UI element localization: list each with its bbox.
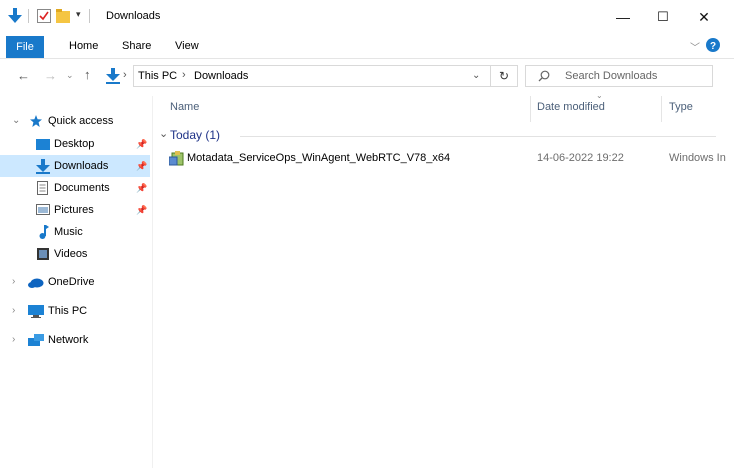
column-header-date-modified[interactable]: Date modified <box>537 101 605 113</box>
sidebar-item-label: Videos <box>54 248 88 260</box>
search-icon <box>538 70 550 82</box>
pin-icon: 📌 <box>136 139 148 149</box>
network-icon <box>28 334 44 347</box>
collapsed-chevron-icon[interactable]: › <box>12 300 15 322</box>
sidebar-item-documents[interactable]: Documents 📌 <box>0 177 150 199</box>
up-arrow-icon[interactable]: ↑ <box>84 67 91 82</box>
tab-view[interactable]: View <box>175 34 199 58</box>
sidebar-item-pictures[interactable]: Pictures 📌 <box>0 199 150 221</box>
title-separator-2 <box>89 9 90 23</box>
pictures-icon <box>36 204 50 215</box>
sidebar-item-videos[interactable]: Videos <box>0 243 150 265</box>
new-folder-icon[interactable] <box>56 9 70 23</box>
refresh-button[interactable]: ↻ <box>490 65 518 87</box>
refresh-icon: ↻ <box>498 69 510 83</box>
group-header-today[interactable]: Today (1) <box>170 128 220 142</box>
address-bar[interactable]: › This PC › Downloads ⌄ <box>106 65 518 87</box>
pin-icon: 📌 <box>136 183 148 193</box>
sidebar-item-desktop[interactable]: Desktop 📌 <box>0 133 150 155</box>
breadcrumb-chevron-icon[interactable]: › <box>182 69 186 81</box>
pane-divider[interactable] <box>152 96 153 468</box>
music-icon <box>38 225 49 239</box>
back-arrow-icon[interactable]: ← <box>17 68 30 83</box>
tab-share[interactable]: Share <box>122 34 151 58</box>
ribbon-tabs: File Home Share View ﹀ ? <box>0 34 734 59</box>
expand-ribbon-chevron-icon[interactable]: ﹀ <box>690 39 700 54</box>
downloads-location-icon <box>106 68 120 84</box>
computer-icon <box>28 305 44 318</box>
expanded-chevron-icon[interactable]: ⌄ <box>12 110 20 132</box>
title-separator <box>28 9 29 23</box>
column-header-name[interactable]: Name <box>170 101 199 113</box>
file-name[interactable]: Motadata_ServiceOps_WinAgent_WebRTC_V78_… <box>187 152 450 164</box>
tab-home[interactable]: Home <box>69 34 98 58</box>
file-type: Windows In <box>669 152 726 164</box>
column-divider[interactable] <box>661 96 662 122</box>
nav-this-pc[interactable]: › This PC <box>0 300 150 322</box>
sidebar-item-downloads[interactable]: Downloads 📌 <box>0 155 150 177</box>
videos-icon <box>37 248 49 260</box>
onedrive-cloud-icon <box>28 278 44 288</box>
sort-indicator-icon: ⌄ <box>596 91 603 100</box>
nav-quick-access[interactable]: ⌄ Quick access <box>0 110 150 132</box>
installer-package-icon <box>169 151 184 166</box>
group-collapse-chevron-icon[interactable]: ⌄ <box>159 127 168 140</box>
breadcrumb-chevron-icon[interactable]: › <box>123 69 127 81</box>
title-bar: ▾ Downloads — ☐ ✕ <box>0 0 734 34</box>
group-divider <box>240 136 716 137</box>
navigation-pane: ⌄ Quick access Desktop 📌 Downloads 📌 Doc… <box>0 96 152 468</box>
window-title: Downloads <box>106 10 161 22</box>
sidebar-item-label: Documents <box>54 182 110 194</box>
collapsed-chevron-icon[interactable]: › <box>12 329 15 351</box>
star-icon <box>30 115 42 127</box>
search-placeholder: Search Downloads <box>565 70 658 82</box>
forward-arrow-icon[interactable]: → <box>44 68 57 83</box>
svg-text:?: ? <box>710 41 716 52</box>
help-icon[interactable]: ? <box>706 38 720 52</box>
column-divider[interactable] <box>530 96 531 122</box>
documents-icon <box>37 181 48 195</box>
pin-icon: 📌 <box>136 205 148 215</box>
sidebar-item-label: Desktop <box>54 138 95 150</box>
sidebar-item-label: Downloads <box>54 160 109 172</box>
downloads-icon <box>36 159 50 174</box>
customize-toolbar-icon[interactable]: ▾ <box>76 9 81 20</box>
sidebar-item-label: Pictures <box>54 204 94 216</box>
nav-onedrive[interactable]: › OneDrive <box>0 271 150 293</box>
sidebar-item-music[interactable]: Music <box>0 221 150 243</box>
quick-access-down-arrow-icon[interactable] <box>8 8 22 24</box>
collapsed-chevron-icon[interactable]: › <box>12 271 15 293</box>
file-date-modified: 14-06-2022 19:22 <box>537 152 624 164</box>
column-header-type[interactable]: Type <box>669 101 693 113</box>
properties-icon[interactable] <box>37 9 51 23</box>
sidebar-item-label: Music <box>54 226 83 238</box>
nav-network-label: Network <box>48 334 89 346</box>
nav-onedrive-label: OneDrive <box>48 276 95 288</box>
close-button[interactable]: ✕ <box>681 0 727 34</box>
maximize-button[interactable]: ☐ <box>640 0 686 34</box>
nav-network[interactable]: › Network <box>0 329 150 351</box>
search-input[interactable]: Search Downloads <box>525 65 713 87</box>
table-row[interactable]: Motadata_ServiceOps_WinAgent_WebRTC_V78_… <box>163 149 734 169</box>
address-history-chevron-icon[interactable]: ⌄ <box>472 70 480 81</box>
nav-this-pc-label: This PC <box>48 305 88 317</box>
pin-icon: 📌 <box>136 161 148 171</box>
breadcrumb-downloads[interactable]: Downloads <box>194 70 248 82</box>
recent-locations-chevron-icon[interactable]: ⌄ <box>66 70 74 81</box>
tab-file[interactable]: File <box>6 36 44 58</box>
desktop-icon <box>36 139 50 150</box>
nav-quick-access-label: Quick access <box>48 115 114 127</box>
breadcrumb-this-pc[interactable]: This PC <box>138 70 177 82</box>
